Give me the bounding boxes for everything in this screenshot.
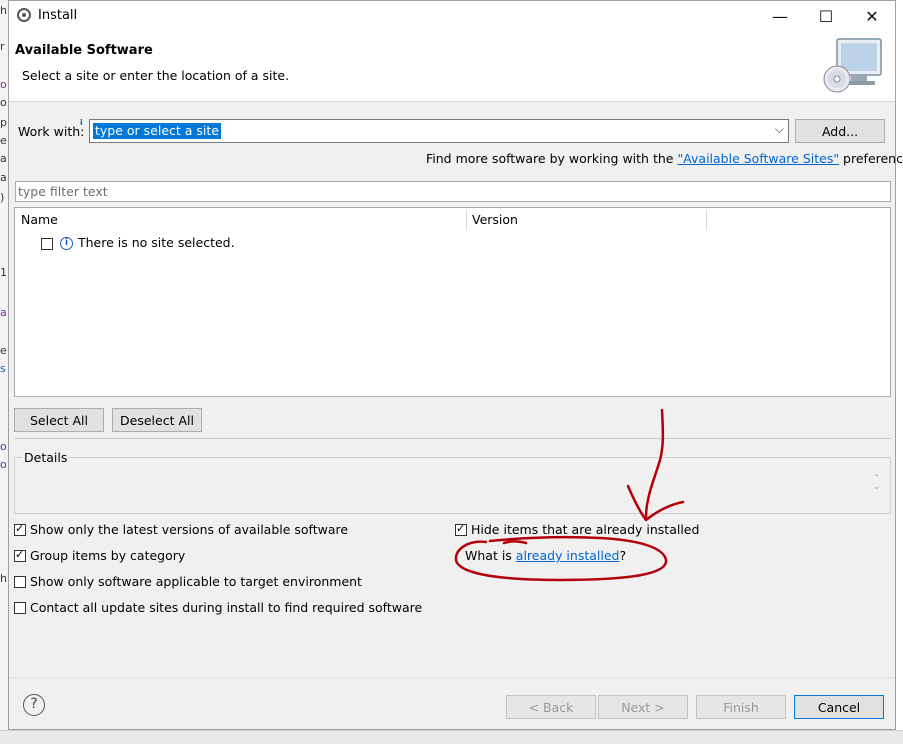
find-more-suffix: preferences. xyxy=(843,151,903,166)
what-is-prefix: What is xyxy=(465,548,516,563)
next-button[interactable]: Next > xyxy=(598,695,688,719)
already-installed-link[interactable]: already installed xyxy=(516,548,620,563)
work-with-value[interactable]: type or select a site xyxy=(93,123,221,139)
help-icon[interactable]: ? xyxy=(23,694,45,716)
select-all-button[interactable]: Select All xyxy=(14,408,104,432)
page-description: Select a site or enter the location of a… xyxy=(22,68,290,83)
background-editor-strip: h r o o p e a a ) 1 a e s o o h xyxy=(0,0,8,743)
close-button[interactable]: ✕ xyxy=(849,1,895,31)
finish-button[interactable]: Finish xyxy=(696,695,786,719)
background-status-strip xyxy=(0,730,903,744)
option-contact-all-sites[interactable]: Contact all update sites during install … xyxy=(14,600,454,618)
work-with-combo[interactable]: type or select a site ⌵ xyxy=(89,119,789,143)
target-environment-label: Show only software applicable to target … xyxy=(30,574,362,589)
hide-installed-label: Hide items that are already installed xyxy=(471,522,700,537)
back-button[interactable]: < Back xyxy=(506,695,596,719)
info-decoration-icon: i xyxy=(80,118,83,127)
option-target-environment[interactable]: Show only software applicable to target … xyxy=(14,574,434,592)
group-by-category-checkbox[interactable] xyxy=(14,548,26,562)
option-group-by-category[interactable]: Group items by category xyxy=(14,548,434,566)
work-with-label: Work with: xyxy=(18,124,85,139)
deselect-all-button[interactable]: Deselect All xyxy=(112,408,202,432)
page-title: Available Software xyxy=(15,43,153,58)
what-is-installed-text: What is already installed? xyxy=(465,548,626,563)
footer-divider xyxy=(9,677,895,678)
option-latest-versions[interactable]: Show only the latest versions of availab… xyxy=(14,522,434,540)
latest-versions-label: Show only the latest versions of availab… xyxy=(30,522,349,537)
info-icon: i xyxy=(60,237,73,250)
cancel-button[interactable]: Cancel xyxy=(794,695,884,719)
eclipse-icon xyxy=(17,8,31,22)
install-computer-icon xyxy=(823,38,882,93)
window-title: Install xyxy=(38,8,78,23)
column-header-version[interactable]: Version xyxy=(466,208,706,232)
details-group xyxy=(14,457,891,514)
install-dialog: Install — ☐ ✕ Available Software Select … xyxy=(8,0,903,730)
group-by-category-label: Group items by category xyxy=(30,548,186,563)
chevron-down-icon[interactable]: ⌵ xyxy=(775,122,784,137)
column-divider[interactable] xyxy=(706,210,707,230)
what-is-suffix: ? xyxy=(619,548,627,563)
maximize-button[interactable]: ☐ xyxy=(803,1,849,31)
add-site-button[interactable]: Add... xyxy=(795,119,885,143)
contact-all-sites-label: Contact all update sites during install … xyxy=(30,600,423,615)
contact-all-sites-checkbox[interactable] xyxy=(14,602,26,614)
latest-versions-checkbox[interactable] xyxy=(14,522,26,536)
details-scroll-arrows-icon[interactable]: ⌃ ⌄ xyxy=(873,475,881,492)
row-checkbox[interactable] xyxy=(41,238,53,250)
find-more-text: Find more software by working with the "… xyxy=(426,151,903,166)
minimize-button[interactable]: — xyxy=(757,1,803,31)
option-hide-installed[interactable]: Hide items that are already installed xyxy=(455,522,699,540)
details-label: Details xyxy=(22,450,70,465)
hide-installed-checkbox[interactable] xyxy=(455,522,467,536)
target-environment-checkbox[interactable] xyxy=(14,576,26,588)
wizard-header: Available Software Select a site or ente… xyxy=(9,31,895,102)
available-software-sites-link[interactable]: "Available Software Sites" xyxy=(677,151,839,166)
table-row[interactable]: i There is no site selected. xyxy=(15,232,890,256)
section-divider xyxy=(14,438,891,439)
find-more-prefix: Find more software by working with the xyxy=(426,151,678,166)
software-table[interactable]: Name Version i There is no site selected… xyxy=(14,207,891,397)
filter-input[interactable]: type filter text xyxy=(15,181,891,202)
table-row-name: There is no site selected. xyxy=(78,235,235,250)
title-bar: Install — ☐ ✕ xyxy=(9,1,895,31)
column-header-name[interactable]: Name xyxy=(15,208,466,232)
